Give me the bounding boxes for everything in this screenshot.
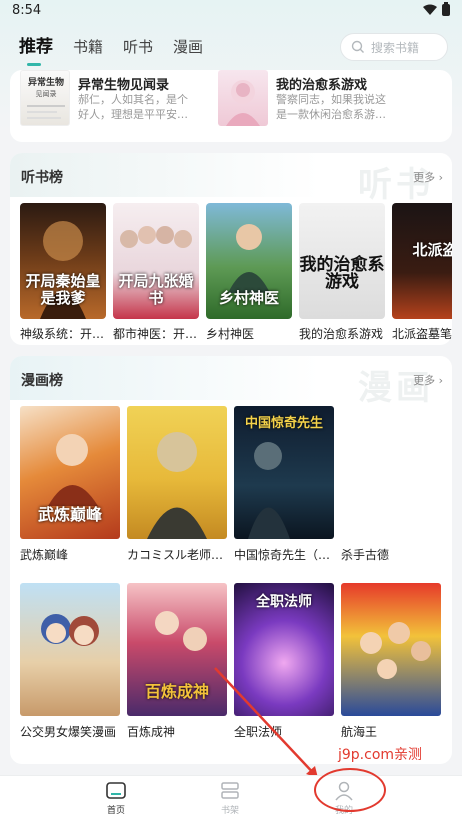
comic-title: 全职法师: [234, 725, 283, 739]
audio-item[interactable]: 乡村神医 乡村神医: [206, 203, 292, 342]
svg-text:见闻录: 见闻录: [36, 89, 57, 98]
audio-item[interactable]: 开局秦始皇是我爹 神级系统：开…: [20, 203, 106, 342]
more-label: 更多: [413, 374, 436, 387]
book-title: 我的治愈系游戏: [276, 78, 368, 93]
section-title: 听书榜: [21, 170, 63, 186]
comic-cover: [341, 583, 441, 716]
comic-cover: [127, 406, 227, 539]
cover-text: 中国惊奇先生: [244, 416, 323, 431]
comic-cover: 武炼巅峰: [20, 406, 120, 539]
chevron-right-icon: ›: [435, 374, 443, 387]
svg-text:异常生物: 异常生物: [28, 76, 64, 88]
comic-item[interactable]: 全职法师 全职法师: [234, 583, 334, 740]
more-link[interactable]: 更多 ›: [413, 169, 443, 185]
audio-item[interactable]: 北派盗 北派盗墓笔: [392, 203, 452, 342]
nav-home-label: 首页: [106, 806, 125, 816]
comic-item[interactable]: 航海王: [341, 583, 441, 740]
cover-text: 百炼成神: [144, 682, 209, 701]
cover-text: 全职法师: [256, 594, 312, 610]
comic-item[interactable]: 百炼成神 百炼成神: [127, 583, 227, 740]
tab-audiobooks[interactable]: 听书: [123, 36, 153, 58]
book-desc: 警察同志，如果我说这是一款休闲治愈系游…: [276, 93, 386, 121]
comic-title: 公交男女爆笑漫画: [20, 725, 117, 739]
book-desc: 郝仁，人如其名，是个好人，理想是平平安…: [78, 93, 188, 121]
recommend-list-card: 异常生物 见闻录 异常生物见闻录 郝仁，人如其名，是个好人，理想是平平安… 我的治…: [10, 70, 452, 142]
audio-item[interactable]: 开局九张婚书 都市神医：开…: [113, 203, 199, 342]
comic-item[interactable]: 武炼巅峰 武炼巅峰: [20, 406, 120, 563]
chevron-right-icon: ›: [435, 171, 443, 184]
cover-text: 开局秦始皇是我爹: [25, 272, 101, 307]
audio-cover: 乡村神医: [206, 203, 292, 319]
comic-title: カコミスル老师…: [127, 548, 224, 562]
list-item[interactable]: 我的治愈系游戏 警察同志，如果我说这是一款休闲治愈系游…: [218, 70, 438, 130]
audio-cover: 我的治愈系游戏: [299, 203, 385, 319]
more-label: 更多: [413, 171, 436, 184]
status-bar: 8:54: [0, 0, 462, 24]
audio-carousel[interactable]: 开局秦始皇是我爹 神级系统：开… 开局九张婚书 都市神医：开… 乡村神医 乡村神…: [20, 203, 452, 343]
search-icon: [351, 40, 364, 53]
site-watermark: j9p.com亲测: [338, 747, 423, 763]
audio-cover: 开局秦始皇是我爹: [20, 203, 106, 319]
comic-cover: 全职法师: [234, 583, 334, 716]
cover-text: 乡村神医: [218, 289, 279, 307]
audio-title: 乡村神医: [206, 327, 255, 341]
comic-item[interactable]: 中国惊奇先生 中国惊奇先生（…: [234, 406, 334, 563]
comic-title: 杀手古德: [341, 548, 390, 562]
annotation-circle: [314, 768, 386, 812]
search-input[interactable]: 搜索书籍: [340, 33, 448, 61]
comic-title: 百炼成神: [127, 725, 176, 739]
comic-cover: [20, 583, 120, 716]
bookshelf-icon: [221, 782, 239, 799]
status-time: 8:54: [12, 3, 42, 18]
tab-comics[interactable]: 漫画: [173, 36, 203, 58]
comic-title: 中国惊奇先生（…: [234, 548, 331, 562]
audio-ranking-card: 听书 听书榜 更多 › 开局秦始皇是我爹 神级系统：开… 开局九张婚书 都市神医…: [10, 153, 452, 345]
top-tabs: 推荐 书籍 听书 漫画: [19, 36, 203, 66]
cover-text: 北派盗: [412, 241, 452, 259]
more-link[interactable]: 更多 ›: [413, 372, 443, 388]
nav-bookshelf[interactable]: 书架: [200, 780, 260, 816]
cover-text: 武炼巅峰: [37, 505, 102, 524]
audio-title: 我的治愈系游戏: [299, 327, 384, 341]
comic-title: 航海王: [341, 725, 378, 739]
comic-ranking-card: 漫画 漫画榜 更多 › 武炼巅峰 武炼巅峰 カコミスル老师… 中国惊奇先生 中国…: [10, 356, 452, 764]
comic-cover: 百炼成神: [127, 583, 227, 716]
tab-books[interactable]: 书籍: [73, 36, 103, 58]
audio-title: 神级系统：开…: [20, 327, 105, 341]
tab-recommend[interactable]: 推荐: [19, 36, 53, 66]
comic-grid: 武炼巅峰 武炼巅峰 カコミスル老师… 中国惊奇先生 中国惊奇先生（… 杀手古德: [20, 406, 452, 764]
book-cover: [218, 70, 268, 126]
audio-cover: 北派盗: [392, 203, 452, 319]
comic-title: 武炼巅峰: [20, 548, 69, 562]
search-placeholder: 搜索书籍: [371, 40, 420, 55]
home-icon: [106, 782, 126, 799]
comic-item[interactable]: 公交男女爆笑漫画: [20, 583, 120, 740]
book-title: 异常生物见闻录: [78, 78, 170, 93]
audio-cover: 开局九张婚书: [113, 203, 199, 319]
bottom-nav: 首页 书架 我的: [0, 775, 462, 823]
list-item[interactable]: 异常生物 见闻录 异常生物见闻录 郝仁，人如其名，是个好人，理想是平平安…: [20, 70, 220, 130]
nav-bookshelf-label: 书架: [220, 806, 239, 816]
cover-text: 我的治愈系游戏: [299, 255, 385, 292]
comic-cover: [341, 406, 441, 539]
book-cover: 异常生物 见闻录: [20, 70, 70, 126]
comic-cover: 中国惊奇先生: [234, 406, 334, 539]
nav-home[interactable]: 首页: [86, 780, 146, 816]
cover-text: 开局九张婚书: [118, 272, 194, 307]
audio-item[interactable]: 我的治愈系游戏 我的治愈系游戏: [299, 203, 385, 342]
battery-icon: [442, 2, 450, 16]
comic-item[interactable]: 杀手古德: [341, 406, 441, 563]
audio-title: 北派盗墓笔: [392, 327, 452, 341]
wifi-icon: [423, 4, 437, 15]
audio-title: 都市神医：开…: [113, 327, 198, 341]
comic-item[interactable]: カコミスル老师…: [127, 406, 227, 563]
section-title: 漫画榜: [21, 373, 63, 389]
